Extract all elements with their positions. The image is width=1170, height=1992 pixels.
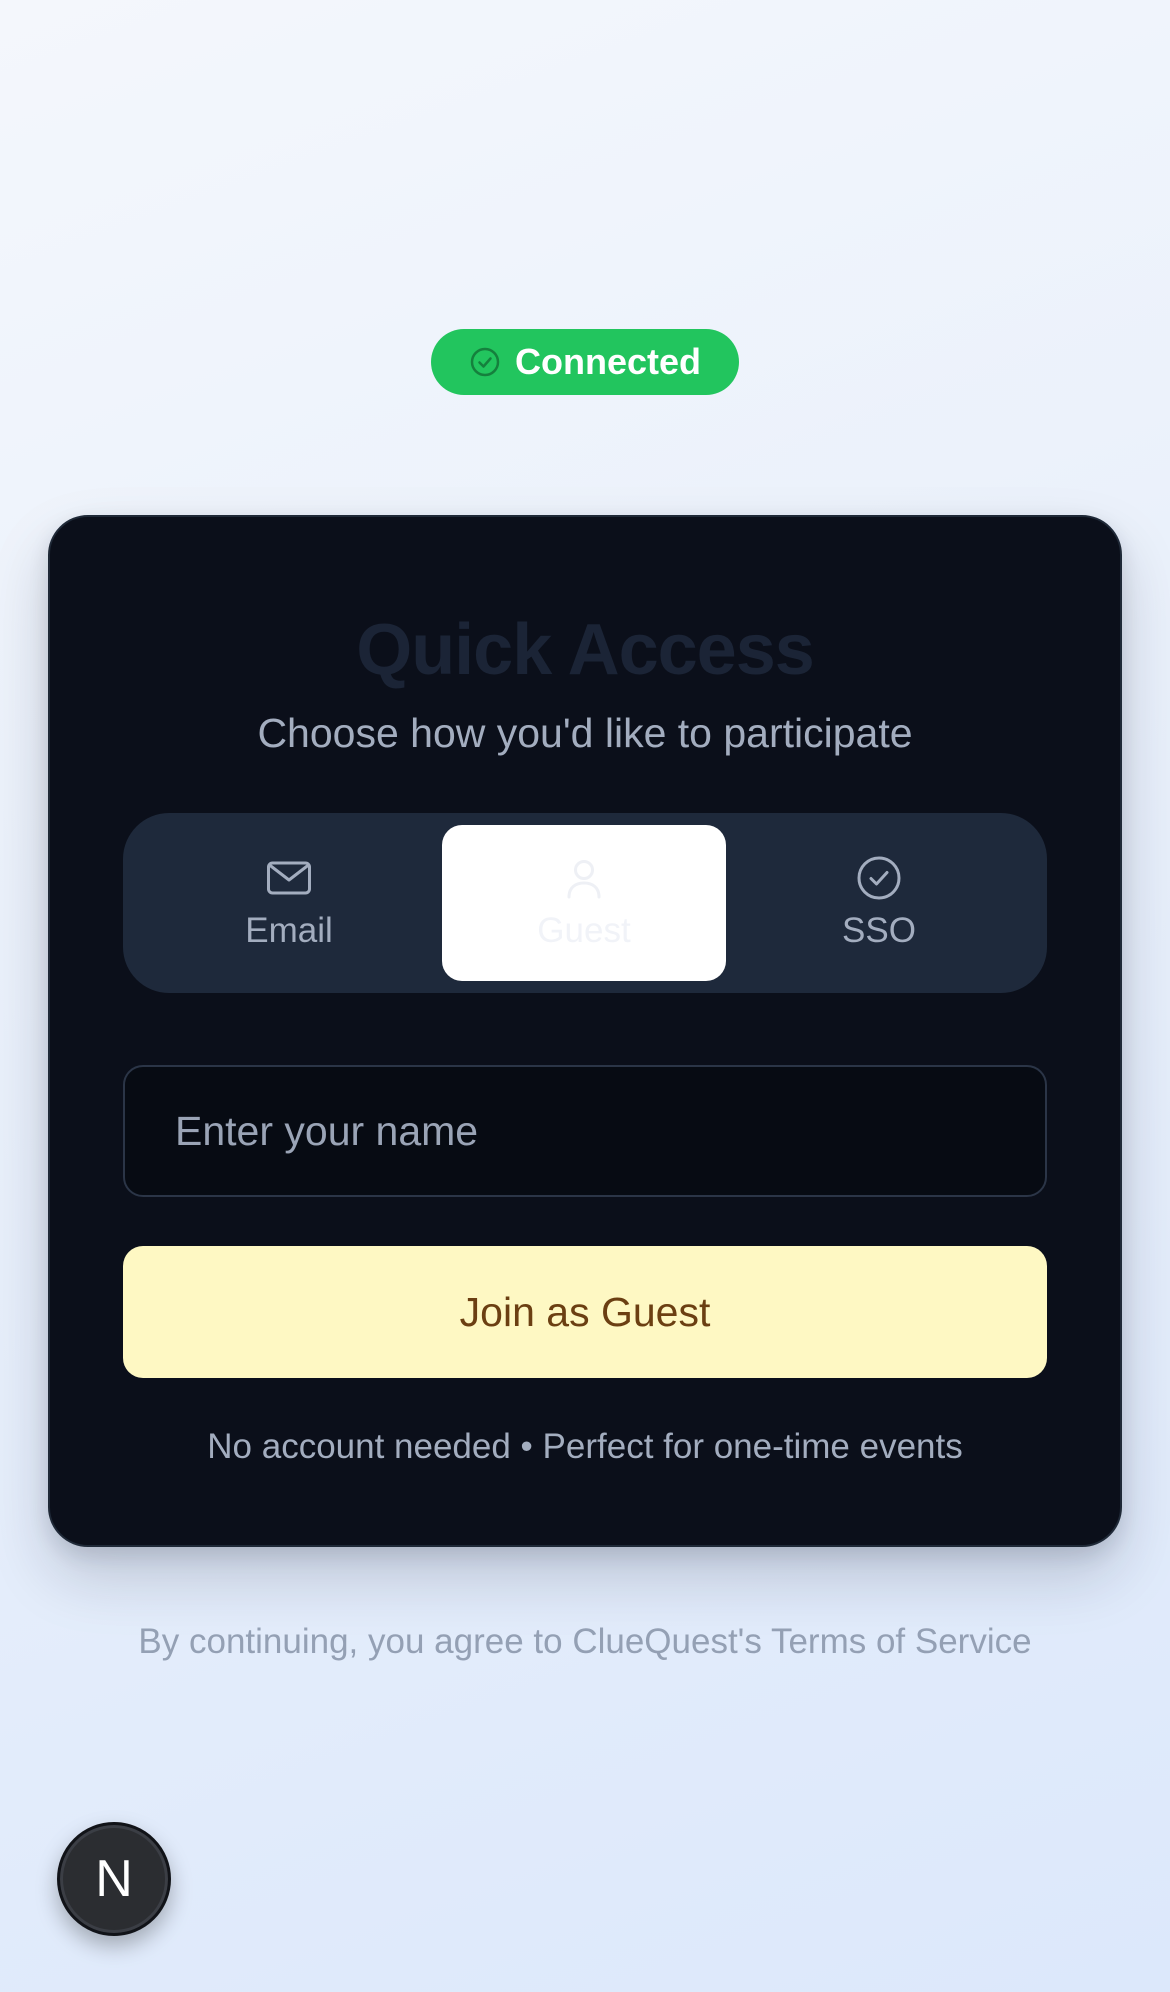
check-circle-icon [856,855,902,901]
card-subtitle: Choose how you'd like to participate [257,710,913,756]
mail-icon [266,855,312,901]
tab-email-label: Email [245,911,333,950]
quick-access-card: Quick Access Choose how you'd like to pa… [48,515,1122,1547]
dev-tools-button[interactable]: N [57,1822,171,1936]
access-method-tabs: Email Guest SSO [123,813,1047,993]
name-input[interactable] [123,1065,1047,1197]
guest-note: No account needed • Perfect for one-time… [207,1427,963,1466]
check-circle-icon [469,346,501,378]
tab-sso-label: SSO [842,911,916,950]
user-icon [561,855,607,901]
card-title: Quick Access [356,610,815,690]
connection-status-label: Connected [514,341,701,382]
terms-notice: By continuing, you agree to ClueQuest's … [138,1622,1032,1661]
join-as-guest-button[interactable]: Join as Guest [123,1246,1047,1378]
tab-guest[interactable]: Guest [442,825,726,981]
tab-guest-label: Guest [537,911,631,950]
tab-sso[interactable]: SSO [737,825,1021,981]
dev-tools-label: N [95,1850,133,1908]
connection-status-badge: Connected [431,329,739,395]
tab-email[interactable]: Email [147,825,431,981]
